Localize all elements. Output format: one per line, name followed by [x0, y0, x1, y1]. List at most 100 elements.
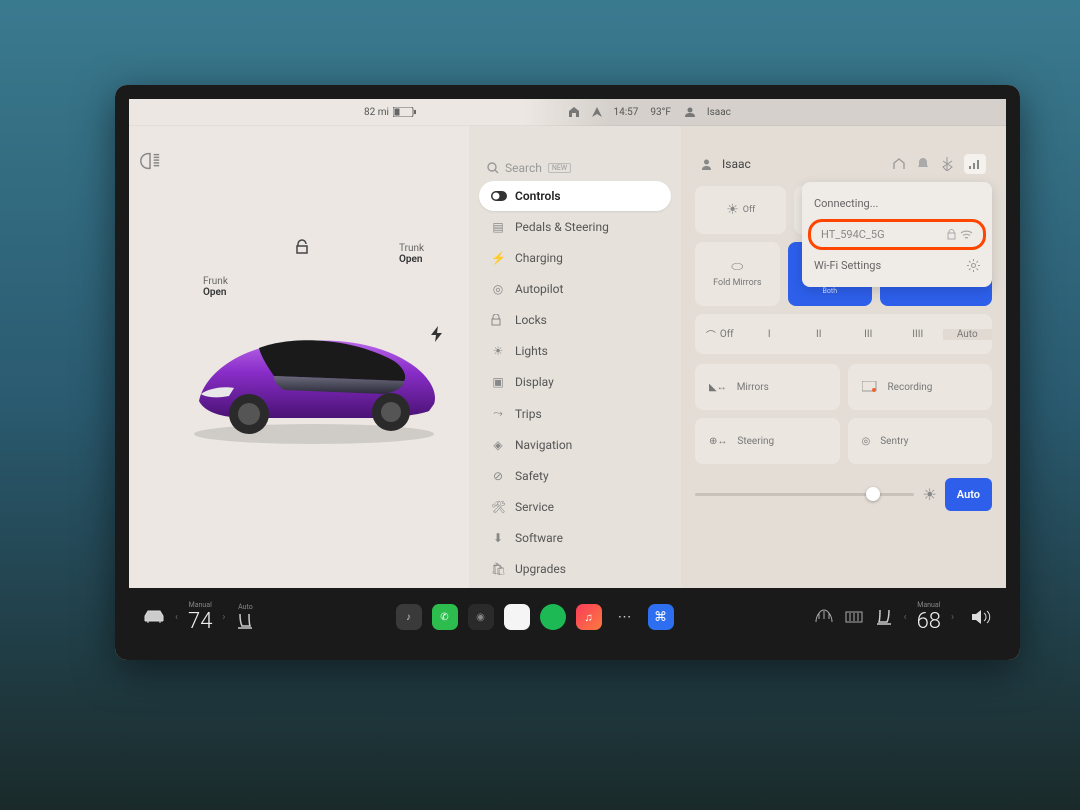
media-app-icon[interactable]: ♪: [396, 604, 422, 630]
route-icon: ⤳: [491, 406, 505, 421]
screen: 82 mi 14:57 93°F Isaac FrunkOpen TrunkOp…: [129, 99, 1006, 646]
wiper-speed-2[interactable]: II: [794, 329, 844, 340]
right-temp-control[interactable]: Manual 68: [917, 601, 941, 634]
fold-mirrors-tile[interactable]: ⬭Fold Mirrors: [695, 242, 780, 306]
clock: 14:57: [614, 107, 639, 118]
mirror-adjust-icon: ◣↔: [709, 382, 727, 393]
menu-item-software[interactable]: ⬇Software: [479, 523, 671, 553]
menu-item-pedals-steering[interactable]: ▤Pedals & Steering: [479, 212, 671, 242]
battery-icon: [393, 107, 417, 117]
bluetooth-icon[interactable]: [940, 157, 954, 171]
profile-icon: [701, 159, 712, 170]
car-model: [179, 316, 449, 446]
brightness-auto-button[interactable]: Auto: [945, 478, 992, 511]
sentry-tile[interactable]: ◎Sentry: [848, 418, 993, 464]
chevron-left-icon[interactable]: ‹: [904, 612, 907, 623]
chevron-right-icon[interactable]: ›: [222, 612, 225, 623]
apple-music-app-icon[interactable]: ♫: [576, 604, 602, 630]
search-menu-item[interactable]: Search NEW: [475, 156, 675, 180]
brightness-slider[interactable]: [695, 493, 914, 496]
new-badge: NEW: [548, 163, 571, 173]
content-header: Isaac: [695, 154, 992, 174]
seat-icon: [235, 611, 255, 631]
slider-thumb[interactable]: [866, 487, 880, 501]
steering-tile[interactable]: ⊕↔Steering: [695, 418, 840, 464]
wiper-control: ⌒Off I II III IIII Auto: [695, 314, 992, 354]
headlight-icon[interactable]: [139, 150, 161, 172]
dashcam-icon: [862, 381, 878, 393]
toggle-icon: [491, 191, 505, 201]
defrost-front-icon[interactable]: [814, 608, 834, 626]
wiper-icon: ⌒: [706, 327, 716, 342]
frunk-status[interactable]: FrunkOpen: [203, 276, 228, 298]
lights-off-tile[interactable]: ☀Off: [695, 186, 786, 234]
navigation-icon: [592, 107, 602, 117]
trunk-status[interactable]: TrunkOpen: [399, 243, 424, 265]
wifi-network-row[interactable]: HT_594C_5G: [808, 219, 986, 250]
apps-icon[interactable]: ⋯: [612, 604, 638, 630]
wiper-speed-4[interactable]: IIII: [893, 329, 943, 340]
menu-item-safety[interactable]: ⊘Safety: [479, 461, 671, 491]
search-label: Search: [505, 161, 542, 175]
signal-icon[interactable]: [964, 154, 986, 174]
volume-icon[interactable]: [970, 609, 992, 625]
wifi-status: Connecting...: [802, 190, 992, 217]
compass-icon: ◈: [491, 438, 505, 452]
sun-icon: ☀: [491, 344, 505, 358]
profile-name[interactable]: Isaac: [722, 157, 751, 171]
chevron-right-icon[interactable]: ›: [951, 612, 954, 623]
spotify-app-icon[interactable]: [540, 604, 566, 630]
calendar-app-icon[interactable]: [504, 604, 530, 630]
range-indicator: 82 mi: [364, 107, 389, 118]
seat-heater-left[interactable]: Auto: [235, 603, 255, 631]
chevron-left-icon[interactable]: ‹: [175, 612, 178, 623]
outside-temp: 93°F: [650, 107, 671, 118]
notifications-icon[interactable]: [916, 157, 930, 171]
search-icon: [487, 162, 499, 174]
sun-icon: ☀: [726, 202, 739, 218]
menu-item-upgrades[interactable]: 🛍Upgrades: [479, 554, 671, 584]
seat-icon: [874, 607, 894, 627]
bottom-dock: ‹ Manual 74 › Auto ♪ ✆ ◉ ♫ ⋯ ⌘ ‹ Manual …: [129, 588, 1006, 646]
lock-icon: [947, 229, 956, 240]
car-icon[interactable]: [143, 609, 165, 625]
lock-icon: [491, 314, 505, 326]
menu-item-trips[interactable]: ⤳Trips: [479, 398, 671, 429]
wiper-speed-1[interactable]: I: [745, 329, 795, 340]
vehicle-touchscreen: 82 mi 14:57 93°F Isaac FrunkOpen TrunkOp…: [115, 85, 1020, 660]
menu-item-autopilot[interactable]: ◎Autopilot: [479, 274, 671, 304]
wifi-icon: [960, 230, 973, 240]
camera-app-icon[interactable]: ◉: [468, 604, 494, 630]
menu-item-controls[interactable]: Controls: [479, 181, 671, 211]
menu-item-display[interactable]: ▣Display: [479, 367, 671, 397]
sentry-icon: ◎: [862, 436, 871, 447]
car-front-icon: ▤: [491, 220, 505, 234]
menu-item-locks[interactable]: Locks: [479, 305, 671, 335]
bluetooth-app-icon[interactable]: ⌘: [648, 604, 674, 630]
mirrors-tile[interactable]: ◣↔Mirrors: [695, 364, 840, 410]
left-temp-control[interactable]: Manual 74: [188, 601, 212, 634]
wiper-auto[interactable]: Auto: [943, 329, 993, 340]
menu-item-navigation[interactable]: ◈Navigation: [479, 430, 671, 460]
bag-icon: 🛍: [491, 562, 505, 576]
status-bar: 82 mi 14:57 93°F Isaac: [129, 99, 1006, 126]
menu-item-lights[interactable]: ☀Lights: [479, 336, 671, 366]
profile-icon: [685, 107, 695, 117]
steering-wheel-icon: ⊕↔: [709, 436, 727, 447]
phone-app-icon[interactable]: ✆: [432, 604, 458, 630]
mirror-icon: ⬭: [731, 259, 743, 275]
defrost-rear-icon[interactable]: [844, 608, 864, 626]
bolt-icon: ⚡: [491, 251, 505, 265]
menu-item-charging[interactable]: ⚡Charging: [479, 243, 671, 273]
brightness-row: ☀ Auto: [695, 478, 992, 511]
wiper-off[interactable]: ⌒Off: [695, 327, 745, 342]
recording-tile[interactable]: Recording: [848, 364, 993, 410]
menu-item-service[interactable]: 🛠Service: [479, 492, 671, 522]
wiper-speed-3[interactable]: III: [844, 329, 894, 340]
download-icon: ⬇: [491, 531, 505, 545]
unlock-icon[interactable]: [294, 239, 310, 255]
seat-heater-right[interactable]: [874, 607, 894, 627]
wifi-settings-row[interactable]: Wi-Fi Settings: [802, 252, 992, 279]
homelink-icon[interactable]: [892, 157, 906, 171]
wifi-popup: Connecting... HT_594C_5G Wi-Fi Settings: [802, 182, 992, 287]
